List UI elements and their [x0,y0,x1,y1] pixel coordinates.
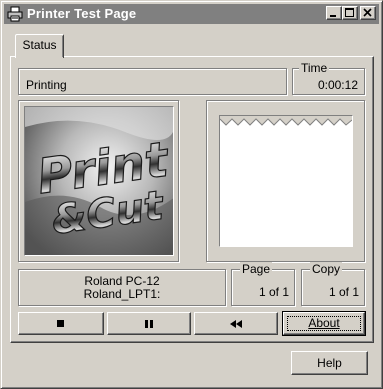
page-group: Page 1 of 1 [231,262,295,306]
pause-icon [145,319,153,328]
close-icon [363,8,372,17]
tab-status[interactable]: Status [15,34,64,58]
preview-panel [206,100,365,262]
page-value: 1 of 1 [258,285,289,299]
time-label: Time [299,61,330,75]
maximize-button[interactable] [342,6,358,20]
copy-group: Copy 1 of 1 [301,262,365,306]
printer-icon [7,6,23,22]
close-button[interactable] [360,6,376,20]
time-value: 0:00:12 [317,78,358,92]
page-label: Page [240,262,273,276]
window-title: Printer Test Page [27,6,137,21]
about-button-label: About [308,316,340,330]
stop-button[interactable] [18,312,104,335]
about-button[interactable]: About [282,311,366,336]
paper-preview [219,115,353,247]
dialog-window: Printer Test Page Status Printing Time 0… [0,0,383,389]
status-box: Printing [18,68,287,95]
minimize-button[interactable] [326,6,342,20]
status-text: Printing [26,78,67,92]
minimize-icon [330,15,336,17]
printer-port: Roland_LPT1: [83,287,161,301]
copy-label: Copy [310,262,343,276]
help-button[interactable]: Help [291,351,368,375]
paper-torn-edge [220,116,352,126]
logo-panel: Print &Cut [18,100,179,262]
rewind-icon [230,319,242,328]
copy-value: 1 of 1 [328,285,359,299]
print-and-cut-logo: Print &Cut [25,107,173,255]
printer-info-box: Roland PC-12 Roland_LPT1: [18,269,226,306]
stop-icon [57,319,64,327]
title-bar[interactable]: Printer Test Page [4,4,379,24]
pause-button[interactable] [107,312,191,335]
maximize-icon [345,8,354,17]
tab-status-label: Status [22,38,57,52]
rewind-button[interactable] [194,312,278,335]
time-group: Time 0:00:12 [292,61,365,95]
logo-image: Print &Cut [24,106,174,256]
help-button-label: Help [317,356,342,370]
